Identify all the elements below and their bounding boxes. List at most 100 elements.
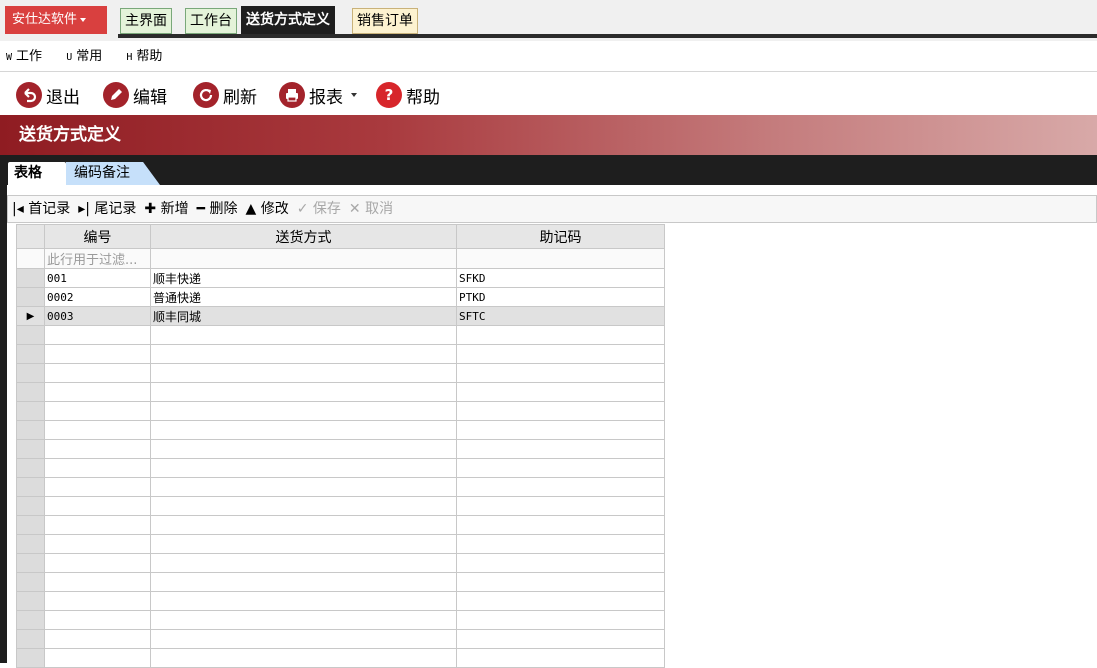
empty-row: [16, 553, 665, 573]
last-record-label: 尾记录: [94, 201, 137, 217]
tab-delivery-method[interactable]: 送货方式定义: [241, 6, 335, 34]
pencil-icon: [103, 82, 129, 108]
empty-row: [16, 344, 665, 364]
report-button[interactable]: 报表: [279, 81, 357, 109]
cell-code[interactable]: 001: [44, 268, 151, 288]
empty-row: [16, 629, 665, 649]
main-toolbar: 退出 编辑 刷新 报表 ? 帮助: [0, 73, 1097, 115]
empty-row: [16, 515, 665, 535]
table-row-selected[interactable]: ▶ 0003 顺丰同城 SFTC: [16, 306, 665, 326]
edit-button[interactable]: 编辑: [103, 81, 167, 109]
tab-sales-order[interactable]: 销售订单: [352, 8, 418, 34]
delete-button[interactable]: ━ 删除: [197, 196, 238, 222]
menu-label: 常用: [76, 49, 103, 64]
help-label: 帮助: [406, 87, 440, 108]
checkmark-icon: ✓: [296, 201, 309, 217]
row-indicator[interactable]: [16, 287, 45, 307]
cell-mnemonic[interactable]: SFKD: [456, 268, 665, 288]
menu-help[interactable]: H 帮助: [126, 49, 172, 64]
cell-method[interactable]: 普通快递: [150, 287, 457, 307]
modify-label: 修改: [260, 201, 289, 217]
tab-label: 销售订单: [357, 13, 413, 29]
cell-method[interactable]: 顺丰同城: [150, 306, 457, 326]
row-indicator-header: [16, 224, 45, 249]
exit-label: 退出: [46, 87, 80, 108]
record-navigator: |◂ 首记录 ▸| 尾记录 ✚ 新增 ━ 删除 ▲ 修改 ✓ 保存 ✕ 取消: [7, 195, 1097, 223]
modify-button[interactable]: ▲ 修改: [245, 196, 288, 222]
close-icon: ✕: [348, 201, 361, 217]
brand-label: 安仕达软件: [12, 12, 78, 27]
menu-label: 工作: [16, 49, 43, 64]
cancel-button[interactable]: ✕ 取消: [349, 196, 393, 222]
empty-row: [16, 610, 665, 630]
first-record-icon: |◂: [12, 201, 24, 217]
delete-label: 删除: [209, 201, 238, 217]
last-record-icon: ▸|: [78, 201, 90, 217]
menu-work[interactable]: W 工作: [6, 49, 52, 64]
report-label: 报表: [309, 87, 343, 108]
empty-row: [16, 648, 665, 668]
tab-strip-divider: [118, 34, 1097, 38]
edit-label: 编辑: [133, 87, 167, 108]
tab-code-notes[interactable]: 编码备注: [66, 162, 160, 185]
plus-icon: ✚: [144, 201, 157, 217]
cell-mnemonic[interactable]: PTKD: [456, 287, 665, 307]
menu-accelerator: H: [126, 52, 133, 63]
empty-row: [16, 534, 665, 554]
cell-code[interactable]: 0003: [44, 306, 151, 326]
cell-code[interactable]: 0002: [44, 287, 151, 307]
cell-mnemonic[interactable]: SFTC: [456, 306, 665, 326]
page-title: 送货方式定义: [0, 115, 1097, 155]
triangle-up-icon: ▲: [245, 201, 257, 217]
exit-button[interactable]: 退出: [16, 81, 80, 109]
tab-table[interactable]: 表格: [8, 162, 66, 185]
minus-icon: ━: [196, 201, 206, 217]
add-button[interactable]: ✚ 新增: [144, 196, 188, 222]
printer-icon: [279, 82, 305, 108]
grid-header-row: 编号 送货方式 助记码: [16, 224, 665, 249]
inner-tab-strip: 表格 编码备注: [0, 155, 1097, 185]
column-header-method[interactable]: 送货方式: [150, 224, 457, 249]
empty-row: [16, 420, 665, 440]
refresh-icon: [193, 82, 219, 108]
column-header-code[interactable]: 编号: [44, 224, 151, 249]
tab-label: 工作台: [190, 13, 232, 29]
chevron-down-icon: [80, 17, 87, 22]
save-button[interactable]: ✓ 保存: [297, 196, 341, 222]
row-indicator[interactable]: [16, 268, 45, 288]
empty-row: [16, 591, 665, 611]
top-tab-strip: 安仕达软件 主界面 工作台 送货方式定义 销售订单: [0, 0, 1097, 41]
table-row[interactable]: 0002 普通快递 PTKD: [16, 287, 665, 307]
help-icon: ?: [376, 82, 402, 108]
refresh-button[interactable]: 刷新: [193, 81, 257, 109]
menu-accelerator: U: [66, 52, 73, 63]
tab-workbench[interactable]: 工作台: [185, 8, 237, 34]
filter-row: 此行用于过滤...: [16, 248, 665, 269]
tab-label: 主界面: [125, 13, 167, 29]
tab-label: 送货方式定义: [246, 12, 330, 28]
menu-common[interactable]: U 常用: [66, 49, 112, 64]
row-indicator: [16, 248, 45, 269]
first-record-button[interactable]: |◂ 首记录: [12, 196, 70, 222]
last-record-button[interactable]: ▸| 尾记录: [78, 196, 136, 222]
delivery-method-grid: 编号 送货方式 助记码 此行用于过滤... 001 顺丰快递 SFKD 0002…: [16, 224, 665, 668]
table-row[interactable]: 001 顺丰快递 SFKD: [16, 268, 665, 288]
help-button[interactable]: ? 帮助: [376, 81, 440, 109]
empty-row: [16, 401, 665, 421]
empty-row: [16, 325, 665, 345]
menu-label: 帮助: [136, 49, 163, 64]
empty-row: [16, 496, 665, 516]
menu-bar: W 工作 U 常用 H 帮助: [0, 41, 1097, 72]
filter-cell-mnemonic[interactable]: [456, 248, 665, 269]
cell-method[interactable]: 顺丰快递: [150, 268, 457, 288]
add-label: 新增: [160, 201, 189, 217]
exit-icon: [16, 82, 42, 108]
brand-menu-button[interactable]: 安仕达软件: [5, 6, 107, 34]
filter-cell-code[interactable]: 此行用于过滤...: [44, 248, 151, 269]
filter-cell-method[interactable]: [150, 248, 457, 269]
left-frame-border: [0, 185, 7, 663]
column-header-mnemonic[interactable]: 助记码: [456, 224, 665, 249]
tab-main-screen[interactable]: 主界面: [120, 8, 172, 34]
save-label: 保存: [312, 201, 341, 217]
empty-row: [16, 363, 665, 383]
